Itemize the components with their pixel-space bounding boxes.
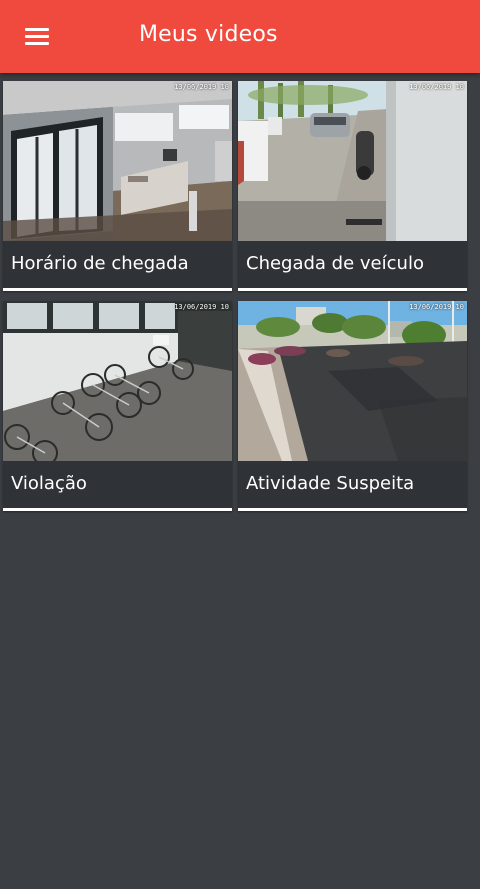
video-thumbnail[interactable]: 13/06/2019 10: [3, 81, 232, 241]
office-entrance-image: [3, 81, 232, 241]
video-timestamp: 13/06/2019 10: [409, 303, 464, 311]
video-caption: Atividade Suspeita: [238, 461, 467, 508]
video-card-1[interactable]: 13/06/2019 10 Horário de chegada: [3, 81, 232, 291]
app-bar: Meus videos: [0, 0, 480, 73]
video-timestamp: 13/06/2019 10: [174, 83, 229, 91]
video-card-4[interactable]: 13/06/2019 10 Atividade Suspeita: [238, 301, 467, 511]
video-thumbnail[interactable]: 13/06/2019 10: [238, 301, 467, 461]
video-thumbnail[interactable]: 13/06/2019 10: [238, 81, 467, 241]
hamburger-menu-icon-bar: [25, 42, 49, 45]
parking-driveway-image: [238, 81, 467, 241]
video-caption: Horário de chegada: [3, 241, 232, 288]
street-view-image: [238, 301, 467, 461]
video-title: Violação: [11, 473, 87, 494]
page-title: Meus videos: [139, 22, 278, 47]
video-timestamp: 13/06/2019 10: [174, 303, 229, 311]
video-timestamp: 13/06/2019 10: [409, 83, 464, 91]
video-caption: Chegada de veículo: [238, 241, 467, 288]
video-thumbnail[interactable]: 13/06/2019 10: [3, 301, 232, 461]
hamburger-menu-icon-bar: [25, 35, 49, 38]
bicycle-rack-image: [3, 301, 232, 461]
hamburger-menu-icon: [25, 28, 49, 31]
video-title: Horário de chegada: [11, 253, 189, 274]
menu-button[interactable]: [16, 17, 58, 57]
video-card-2[interactable]: 13/06/2019 10 Chegada de veículo: [238, 81, 467, 291]
video-title: Atividade Suspeita: [246, 473, 415, 494]
video-caption: Violação: [3, 461, 232, 508]
video-card-3[interactable]: 13/06/2019 10 Violação: [3, 301, 232, 511]
video-title: Chegada de veículo: [246, 253, 424, 274]
